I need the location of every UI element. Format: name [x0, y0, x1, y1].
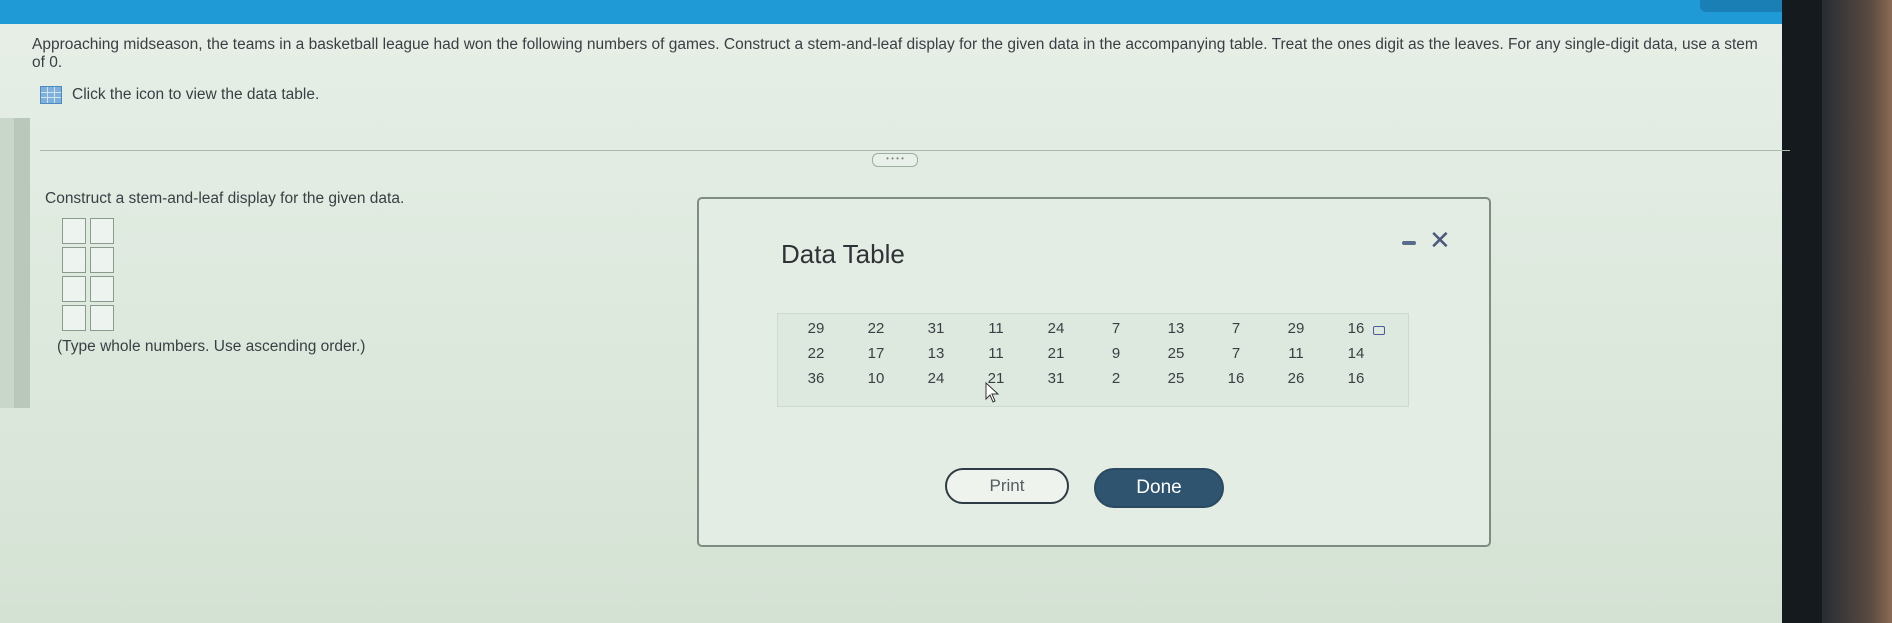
- leaf-input[interactable]: [90, 247, 114, 273]
- copy-icon[interactable]: [1373, 326, 1385, 335]
- question-text: Approaching midseason, the teams in a ba…: [32, 36, 1758, 71]
- data-table-grid: 29 22 31 11 24 7 13 7 29 16 22 17 13 11 21 9 25 7 11 14 36 10…: [786, 320, 1386, 395]
- minimize-icon[interactable]: [1402, 241, 1416, 245]
- stem-input[interactable]: [62, 247, 86, 273]
- table-cell: 14: [1347, 345, 1365, 362]
- table-cell: 16: [1347, 370, 1365, 387]
- table-cell: 7: [1111, 320, 1121, 337]
- stem-input[interactable]: [62, 276, 86, 302]
- stem-input[interactable]: [62, 305, 86, 331]
- leaf-input[interactable]: [90, 218, 114, 244]
- table-cell: 11: [988, 320, 1004, 337]
- mouse-cursor-icon: [985, 382, 1000, 403]
- table-cell: 26: [1287, 370, 1305, 387]
- table-cell: 17: [867, 345, 885, 362]
- table-cell: 29: [807, 320, 825, 337]
- table-icon[interactable]: [40, 86, 62, 104]
- table-cell: 21: [1047, 345, 1065, 362]
- table-cell: 31: [927, 320, 945, 337]
- data-table-link[interactable]: Click the icon to view the data table.: [40, 85, 319, 105]
- close-icon[interactable]: ✕: [1429, 227, 1451, 253]
- done-button[interactable]: Done: [1094, 468, 1224, 508]
- table-cell: 22: [807, 345, 825, 362]
- top-bar-button[interactable]: [1700, 0, 1790, 12]
- data-table: 29 22 31 11 24 7 13 7 29 16 22 17 13 11 21 9 25 7 11 14 36 10…: [777, 313, 1409, 407]
- data-table-link-label[interactable]: Click the icon to view the data table.: [72, 86, 319, 104]
- stem-input[interactable]: [62, 218, 86, 244]
- table-cell: 31: [1047, 370, 1065, 387]
- table-cell: 2: [1111, 370, 1121, 387]
- dialog-title: Data Table: [781, 239, 905, 269]
- table-cell: 11: [1288, 345, 1304, 362]
- data-table-dialog: Data Table ✕ 29 22 31 11 24 7 13 7 29 16 22 17 13 11 2…: [697, 197, 1491, 547]
- table-cell: 24: [927, 370, 945, 387]
- table-cell: 16: [1227, 370, 1245, 387]
- table-cell: 13: [1167, 320, 1185, 337]
- table-cell: 11: [988, 345, 1004, 362]
- table-cell: 22: [867, 320, 885, 337]
- answer-instruction: Construct a stem-and-leaf display for th…: [45, 190, 405, 207]
- leaf-input[interactable]: [90, 276, 114, 302]
- screen: Approaching midseason, the teams in a ba…: [0, 0, 1892, 623]
- monitor-bezel: [1782, 0, 1892, 623]
- print-button[interactable]: Print: [945, 468, 1069, 504]
- table-cell: 36: [807, 370, 825, 387]
- table-cell: 9: [1111, 345, 1121, 362]
- table-cell: 29: [1287, 320, 1305, 337]
- table-cell: 25: [1167, 345, 1185, 362]
- left-scrollbar[interactable]: [0, 118, 30, 408]
- answer-hint: (Type whole numbers. Use ascending order…: [57, 338, 366, 355]
- divider-handle[interactable]: • • • •: [872, 153, 918, 167]
- table-cell: 7: [1231, 345, 1241, 362]
- stem-leaf-inputs: [62, 218, 114, 331]
- table-cell: 13: [927, 345, 945, 362]
- table-cell: 10: [867, 370, 885, 387]
- table-cell: 25: [1167, 370, 1185, 387]
- table-cell: 24: [1047, 320, 1065, 337]
- top-bar: [0, 0, 1830, 24]
- leaf-input[interactable]: [90, 305, 114, 331]
- section-divider: [40, 150, 1790, 151]
- table-cell: 7: [1231, 320, 1241, 337]
